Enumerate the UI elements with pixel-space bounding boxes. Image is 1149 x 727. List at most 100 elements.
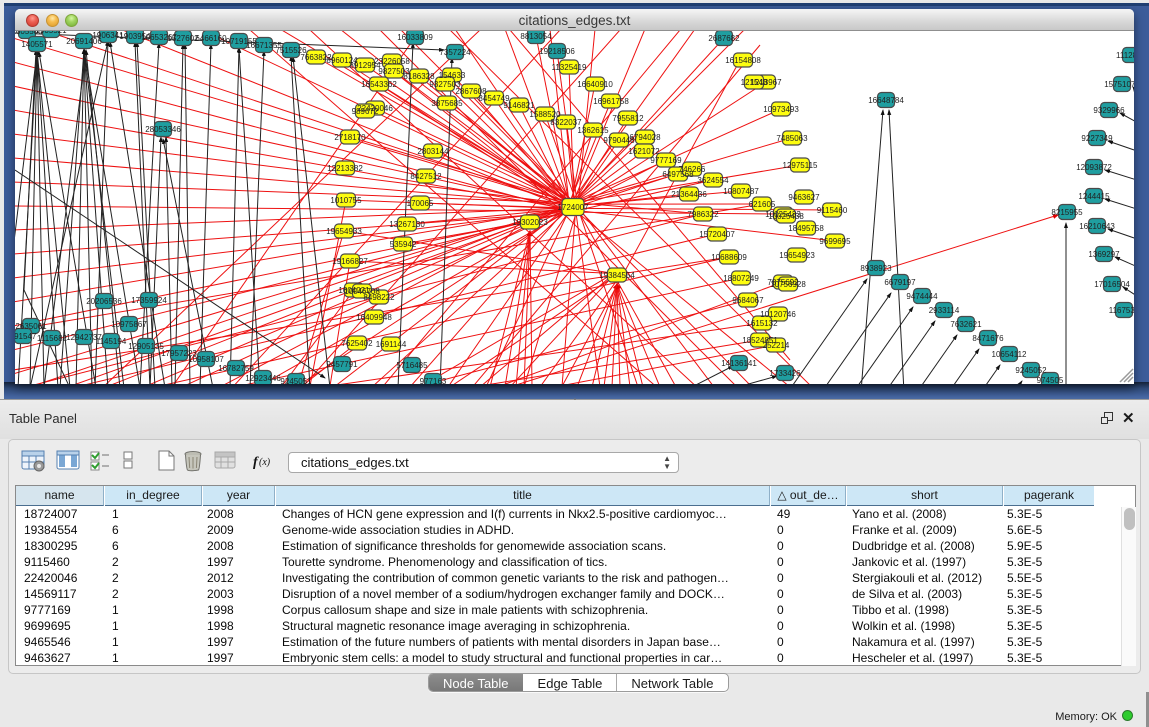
svg-text:7625402: 7625402 bbox=[341, 339, 373, 348]
svg-text:15720407: 15720407 bbox=[699, 230, 735, 239]
svg-text:1369297: 1369297 bbox=[1088, 250, 1120, 259]
svg-text:16154808: 16154808 bbox=[725, 56, 761, 65]
svg-text:9245052: 9245052 bbox=[1015, 366, 1047, 375]
svg-text:21364436: 21364436 bbox=[671, 190, 707, 199]
svg-text:9699695: 9699695 bbox=[819, 237, 851, 246]
svg-text:16640910: 16640910 bbox=[577, 80, 613, 89]
svg-text:3875685: 3875685 bbox=[431, 99, 463, 108]
svg-text:9227349: 9227349 bbox=[1081, 134, 1113, 143]
svg-text:17016504: 17016504 bbox=[1094, 280, 1130, 289]
svg-text:2687682: 2687682 bbox=[708, 34, 740, 43]
svg-text:9474444: 9474444 bbox=[906, 292, 938, 301]
svg-text:18807249: 18807249 bbox=[723, 274, 759, 283]
svg-text:12923446: 12923446 bbox=[245, 374, 281, 383]
svg-text:19384554: 19384554 bbox=[599, 271, 635, 280]
svg-text:2933114: 2933114 bbox=[929, 306, 960, 315]
svg-text:10975867: 10975867 bbox=[111, 320, 147, 329]
svg-text:1527602: 1527602 bbox=[167, 34, 199, 43]
svg-text:154633: 154633 bbox=[439, 71, 466, 80]
svg-text:1615132: 1615132 bbox=[746, 319, 778, 328]
svg-text:23226058: 23226058 bbox=[374, 57, 410, 66]
svg-text:12213382: 12213382 bbox=[327, 164, 363, 173]
svg-text:12975115: 12975115 bbox=[783, 161, 819, 170]
svg-text:11325419: 11325419 bbox=[552, 63, 588, 72]
svg-text:9329966: 9329966 bbox=[1093, 106, 1125, 115]
svg-text:977163: 977163 bbox=[420, 377, 447, 384]
svg-text:746266: 746266 bbox=[679, 165, 706, 174]
svg-text:16210643: 16210643 bbox=[1079, 222, 1115, 231]
svg-text:9146821: 9146821 bbox=[503, 101, 535, 110]
svg-text:10654112: 10654112 bbox=[992, 350, 1028, 359]
svg-text:16543362: 16543362 bbox=[361, 80, 397, 89]
svg-text:8471676: 8471676 bbox=[972, 334, 1004, 343]
svg-text:12905135: 12905135 bbox=[128, 342, 164, 351]
svg-text:8427512: 8427512 bbox=[410, 172, 442, 181]
svg-text:6679197: 6679197 bbox=[884, 278, 916, 287]
svg-text:9684067: 9684067 bbox=[732, 296, 764, 305]
svg-text:10958107: 10958107 bbox=[188, 355, 224, 364]
svg-text:16961758: 16961758 bbox=[593, 97, 629, 106]
svg-text:18495758: 18495758 bbox=[788, 224, 824, 233]
svg-text:8215955: 8215955 bbox=[1051, 208, 1083, 217]
svg-text:12093872: 12093872 bbox=[1076, 163, 1112, 172]
svg-text:10688609: 10688609 bbox=[711, 253, 747, 262]
svg-text:974505: 974505 bbox=[1037, 376, 1064, 384]
svg-text:10807487: 10807487 bbox=[723, 187, 759, 196]
svg-text:7485063: 7485063 bbox=[776, 134, 808, 143]
svg-text:1621072: 1621072 bbox=[628, 147, 660, 156]
svg-text:28053346: 28053346 bbox=[145, 125, 181, 134]
svg-text:16648784: 16648784 bbox=[868, 96, 904, 105]
svg-text:2635061: 2635061 bbox=[15, 322, 47, 331]
svg-text:9463627: 9463627 bbox=[788, 193, 820, 202]
svg-text:391547: 391547 bbox=[15, 332, 37, 341]
svg-text:9457791: 9457791 bbox=[326, 360, 358, 369]
svg-text:10756928: 10756928 bbox=[770, 280, 806, 289]
svg-text:7955812: 7955812 bbox=[612, 114, 644, 123]
svg-text:170065: 170065 bbox=[407, 199, 434, 208]
svg-text:9245051: 9245051 bbox=[280, 377, 312, 384]
svg-text:(x): (x) bbox=[259, 457, 271, 468]
svg-text:20206536: 20206536 bbox=[86, 297, 122, 306]
svg-text:7357224: 7357224 bbox=[439, 48, 471, 57]
svg-text:8813054: 8813054 bbox=[520, 32, 552, 41]
svg-text:535942: 535942 bbox=[390, 240, 417, 249]
svg-text:19654923: 19654923 bbox=[779, 251, 815, 260]
svg-text:5716485: 5716485 bbox=[396, 361, 428, 370]
svg-text:14136141: 14136141 bbox=[721, 359, 757, 368]
svg-text:19302023: 19302023 bbox=[512, 218, 548, 227]
svg-text:8498222: 8498222 bbox=[363, 293, 395, 302]
svg-text:989672: 989672 bbox=[352, 107, 379, 116]
svg-text:7632621: 7632621 bbox=[950, 320, 982, 329]
svg-text:621605: 621605 bbox=[749, 200, 776, 209]
svg-text:15751074: 15751074 bbox=[1104, 80, 1134, 89]
svg-text:19166827: 19166827 bbox=[332, 257, 368, 266]
svg-text:19654933: 19654933 bbox=[326, 227, 362, 236]
svg-text:8938923: 8938923 bbox=[860, 264, 892, 273]
svg-text:1362615: 1362615 bbox=[577, 126, 609, 135]
svg-text:2718170: 2718170 bbox=[334, 133, 366, 142]
svg-text:1115682: 1115682 bbox=[37, 334, 68, 343]
svg-text:1112843: 1112843 bbox=[1116, 51, 1134, 60]
svg-text:6794028: 6794028 bbox=[629, 133, 661, 142]
svg-text:7986322: 7986322 bbox=[687, 210, 719, 219]
svg-text:1244415: 1244415 bbox=[1078, 192, 1110, 201]
svg-text:16033809: 16033809 bbox=[397, 33, 433, 42]
svg-text:1010755: 1010755 bbox=[330, 196, 362, 205]
svg-text:1733426: 1733426 bbox=[769, 369, 801, 378]
svg-text:1405571: 1405571 bbox=[21, 40, 53, 49]
svg-text:10025438: 10025438 bbox=[768, 212, 804, 221]
svg-text:1724007: 1724007 bbox=[557, 203, 589, 212]
svg-text:10120746: 10120746 bbox=[760, 310, 796, 319]
svg-text:1905521: 1905521 bbox=[35, 31, 67, 35]
svg-text:19218506: 19218506 bbox=[539, 47, 575, 56]
svg-text:9777169: 9777169 bbox=[650, 156, 682, 165]
svg-text:16409948: 16409948 bbox=[356, 313, 392, 322]
svg-text:121548: 121548 bbox=[741, 78, 768, 87]
svg-text:10973493: 10973493 bbox=[763, 105, 799, 114]
svg-text:16782759: 16782759 bbox=[218, 364, 254, 373]
svg-text:1691144: 1691144 bbox=[376, 340, 407, 349]
svg-text:3624554: 3624554 bbox=[697, 176, 729, 185]
svg-text:13267130: 13267130 bbox=[389, 220, 425, 229]
svg-text:1167531: 1167531 bbox=[1109, 306, 1134, 315]
svg-text:252214: 252214 bbox=[763, 341, 790, 350]
